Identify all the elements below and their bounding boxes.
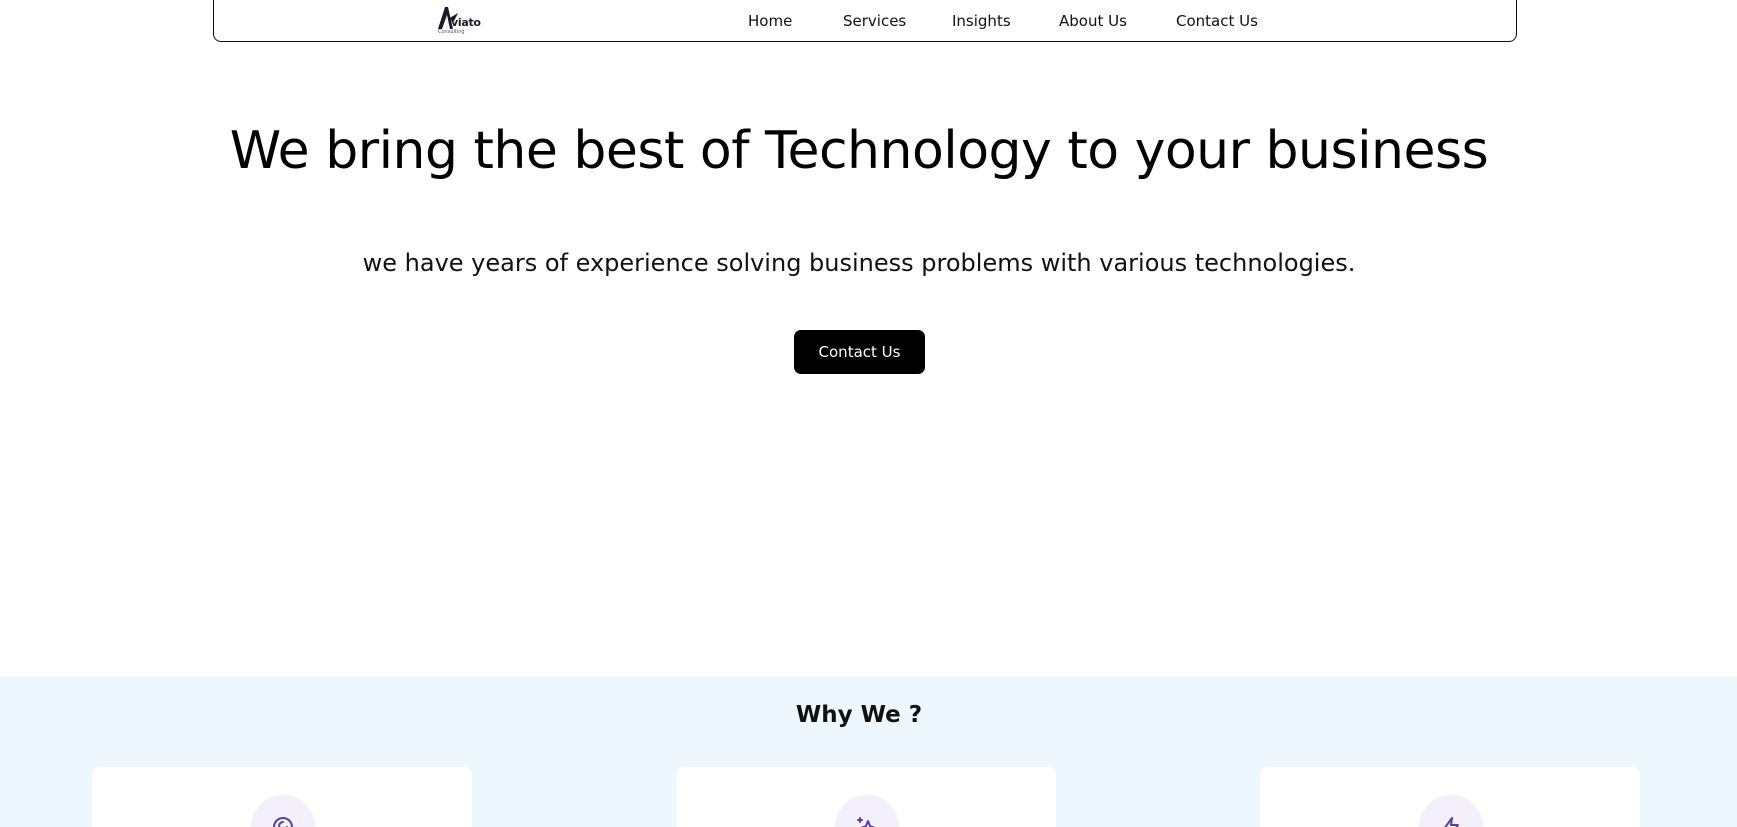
nav-about-us[interactable]: About Us bbox=[1059, 12, 1127, 30]
feature-card bbox=[1260, 767, 1640, 827]
feature-card bbox=[676, 767, 1056, 827]
hero-title: We bring the best of Technology to your … bbox=[229, 121, 1489, 181]
nav-contact-us[interactable]: Contact Us bbox=[1176, 12, 1258, 30]
lightning-icon bbox=[1444, 817, 1459, 827]
target-icon bbox=[273, 817, 293, 827]
nav-insights[interactable]: Insights bbox=[952, 12, 1011, 30]
feature-icon-circle bbox=[835, 795, 899, 827]
hero-subtitle: we have years of experience solving busi… bbox=[362, 249, 1356, 277]
nav-services[interactable]: Services bbox=[843, 12, 906, 30]
feature-icon-circle bbox=[1419, 795, 1483, 827]
feature-card bbox=[92, 767, 472, 827]
why-we-title: Why We ? bbox=[795, 702, 923, 728]
contact-us-button[interactable]: Contact Us bbox=[794, 330, 925, 374]
sparkles-icon bbox=[857, 817, 876, 827]
why-we-section: Why We ? bbox=[0, 677, 1737, 827]
navbar: viato Consulting Home Services Insights … bbox=[213, 0, 1517, 42]
feature-icon-circle bbox=[251, 795, 315, 827]
page: viato Consulting Home Services Insights … bbox=[0, 0, 1737, 827]
nav-home[interactable]: Home bbox=[748, 12, 792, 30]
nav-links: Home Services Insights About Us Contact … bbox=[214, 0, 1516, 42]
